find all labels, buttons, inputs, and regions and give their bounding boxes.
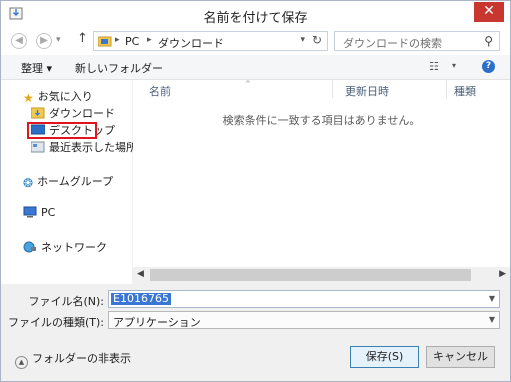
command-bar: 整理 ▾ 新しいフォルダー ☷ ▾ ? [1, 55, 510, 80]
column-header-name[interactable]: 名前 [149, 83, 171, 99]
recent-locations-dropdown-icon[interactable]: ▾ [56, 35, 61, 45]
save-as-dialog: 名前を付けて保存 ✕ ◀ ▶ ▾ ↑ ▸ PC ▸ ダウンロード ▾ ↻ ダウン… [0, 0, 511, 382]
nav-homegroup-label: ホームグループ [37, 175, 114, 188]
scroll-right-icon[interactable]: ▶ [499, 269, 506, 279]
back-button[interactable]: ◀ [11, 33, 27, 49]
star-icon: ★ [23, 91, 34, 105]
scroll-left-icon[interactable]: ◀ [137, 269, 144, 279]
forward-button[interactable]: ▶ [36, 33, 52, 49]
downloads-folder-icon [31, 107, 45, 119]
dialog-footer: ▲ フォルダーの非表示 保存(S) キャンセル [1, 336, 510, 381]
column-header-type[interactable]: 種類 [454, 83, 476, 99]
filename-value: E1016765 [111, 292, 171, 305]
close-button[interactable]: ✕ [474, 2, 504, 22]
scroll-thumb[interactable] [150, 269, 471, 281]
horizontal-scrollbar[interactable]: ◀ ▶ [133, 267, 510, 283]
nav-downloads[interactable]: ダウンロード [31, 105, 115, 121]
help-icon[interactable]: ? [482, 60, 495, 73]
save-button[interactable]: 保存(S) [350, 346, 419, 368]
address-dropdown-icon[interactable]: ▾ [300, 35, 305, 45]
breadcrumb-pc[interactable]: PC [125, 35, 139, 48]
pc-icon [23, 206, 37, 218]
network-icon [23, 241, 36, 253]
nav-pc[interactable]: PC [23, 206, 55, 222]
nav-recent-label: 最近表示した場所 [49, 141, 137, 154]
nav-network-label: ネットワーク [41, 241, 107, 254]
breadcrumb-downloads[interactable]: ダウンロード [158, 35, 224, 51]
filetype-value: アプリケーション [113, 316, 201, 329]
nav-homegroup[interactable]: ❂ ホームグループ [23, 173, 114, 190]
column-divider[interactable] [446, 80, 447, 98]
nav-recent-places[interactable]: 最近表示した場所 [31, 139, 137, 155]
refresh-icon[interactable]: ↻ [312, 33, 322, 47]
nav-downloads-label: ダウンロード [49, 107, 115, 120]
up-arrow-icon[interactable]: ↑ [77, 31, 88, 46]
file-list[interactable]: ^ 名前 更新日時 種類 検索条件に一致する項目はありません。 [133, 80, 510, 267]
column-divider[interactable] [332, 80, 333, 98]
filetype-label: ファイルの種類(T): [7, 316, 104, 329]
view-options-icon[interactable]: ☷ [429, 60, 439, 73]
new-folder-button[interactable]: 新しいフォルダー [75, 60, 163, 76]
cancel-button[interactable]: キャンセル [426, 346, 495, 368]
desktop-highlight-box [27, 122, 97, 139]
hide-folders-label: フォルダーの非表示 [32, 352, 131, 365]
breadcrumb-separator-icon: ▸ [147, 35, 152, 45]
column-header-modified[interactable]: 更新日時 [345, 83, 389, 99]
address-row: ◀ ▶ ▾ ↑ ▸ PC ▸ ダウンロード ▾ ↻ ダウンロードの検索 ⚲ [1, 28, 510, 55]
search-icon[interactable]: ⚲ [484, 34, 493, 48]
hide-folders-button[interactable]: ▲ フォルダーの非表示 [15, 350, 131, 369]
collapse-chevron-icon: ▲ [15, 356, 28, 369]
title-bar: 名前を付けて保存 ✕ [1, 1, 510, 28]
breadcrumb-separator-icon: ▸ [115, 35, 120, 45]
address-bar[interactable]: ▸ PC ▸ ダウンロード ▾ ↻ [93, 31, 328, 51]
nav-favorites[interactable]: ★ お気に入り [23, 88, 93, 105]
nav-network[interactable]: ネットワーク [23, 239, 107, 255]
filename-input[interactable]: E1016765 ▼ [108, 290, 500, 308]
pc-folder-icon [98, 36, 112, 47]
search-placeholder: ダウンロードの検索 [343, 37, 442, 50]
filename-dropdown-icon[interactable]: ▼ [489, 294, 495, 303]
organize-button[interactable]: 整理 ▾ [21, 60, 52, 76]
nav-pc-label: PC [41, 206, 56, 219]
empty-results-message: 検索条件に一致する項目はありません。 [222, 114, 421, 127]
nav-favorites-label: お気に入り [37, 90, 93, 103]
recent-places-icon [31, 141, 45, 153]
save-form: ファイル名(N): E1016765 ▼ ファイルの種類(T): アプリケーショ… [1, 284, 510, 336]
navigation-pane: ★ お気に入り ダウンロード デスクトップ 最近表示した場所 ❂ ホームグループ P… [1, 80, 137, 300]
view-dropdown-icon[interactable]: ▾ [452, 61, 456, 70]
filetype-select[interactable]: アプリケーション ▼ [108, 311, 500, 329]
filename-label: ファイル名(N): [28, 295, 104, 308]
filetype-dropdown-icon[interactable]: ▼ [489, 315, 495, 324]
search-box[interactable]: ダウンロードの検索 ⚲ [334, 31, 500, 51]
window-title: 名前を付けて保存 [203, 11, 308, 26]
sort-caret-icon: ^ [245, 80, 251, 88]
homegroup-icon: ❂ [23, 176, 34, 190]
